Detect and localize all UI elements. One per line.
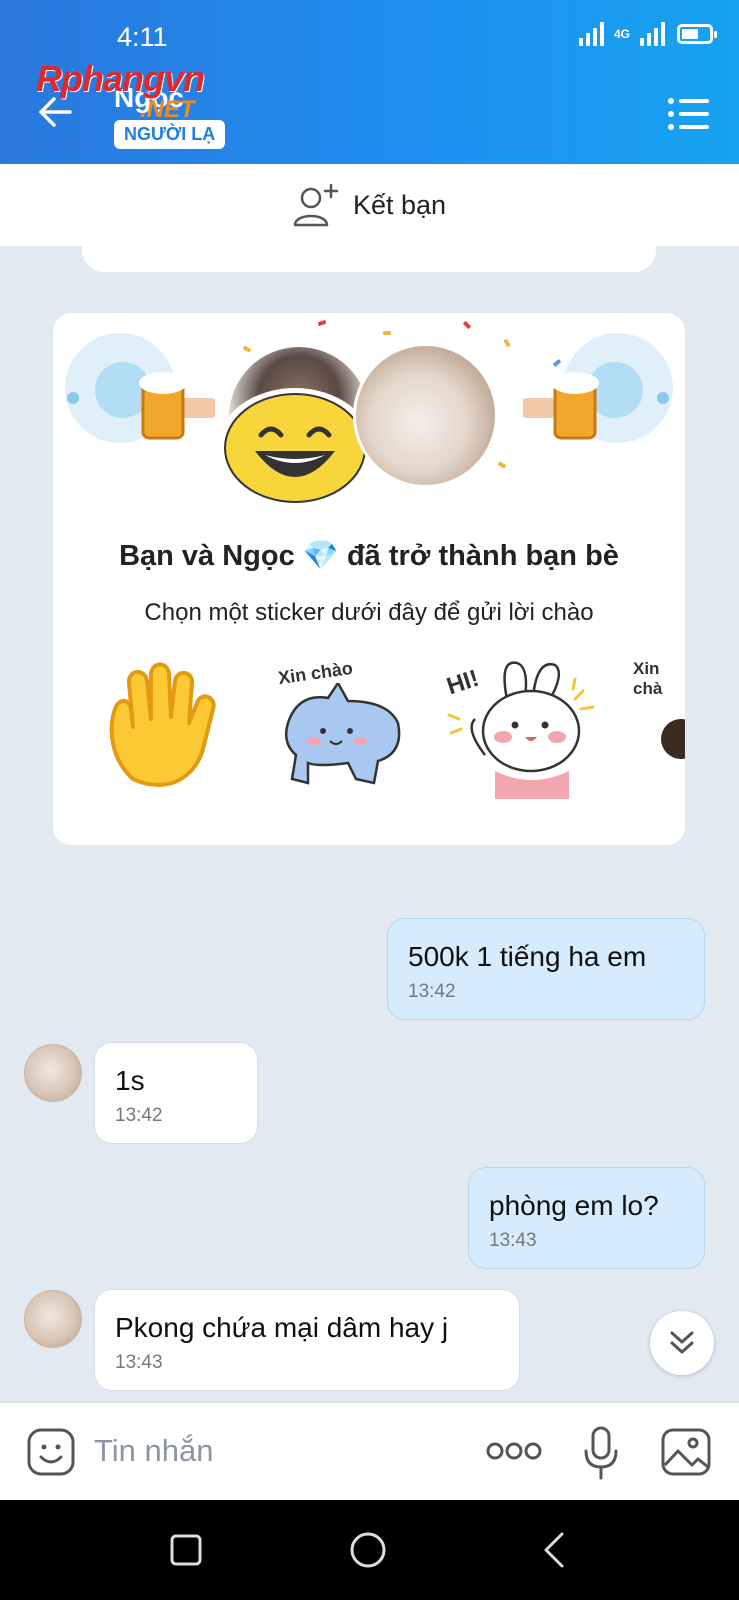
back-icon[interactable] [534, 1530, 574, 1570]
signal-icon [579, 22, 604, 46]
confetti [383, 331, 391, 335]
message-time: 13:42 [115, 1105, 163, 1126]
microphone-icon[interactable] [582, 1425, 620, 1481]
message-text: 1s [115, 1065, 145, 1096]
message-text: phòng em lo? [489, 1190, 659, 1221]
more-options-icon[interactable] [486, 1439, 542, 1463]
network-type: 4G [613, 27, 630, 41]
menu-icon[interactable] [667, 96, 711, 132]
sticker-text: Xin chà [633, 659, 663, 698]
confetti [317, 319, 327, 327]
add-user-icon [293, 183, 339, 227]
confetti [503, 338, 511, 348]
previous-card [82, 236, 656, 272]
contact-avatar[interactable] [24, 1044, 82, 1102]
double-chevron-down-icon [670, 1331, 694, 1354]
add-friend-label: Kết bạn [352, 189, 447, 220]
message-bubble-incoming[interactable]: Pkong chứa mại dâm hay j 13:43 [94, 1289, 520, 1391]
stranger-badge: NGƯỜI LẠ [114, 120, 226, 149]
scroll-down-button[interactable] [650, 1311, 714, 1375]
message-bubble-outgoing[interactable]: 500k 1 tiếng ha em 13:42 [387, 918, 705, 1020]
waving-hand-sticker[interactable] [103, 659, 233, 809]
bunny-sticker[interactable]: HI! [443, 659, 595, 809]
signal-icon-2 [640, 22, 665, 46]
image-gallery-icon[interactable] [660, 1427, 712, 1477]
system-nav-bar [0, 1500, 739, 1600]
home-icon[interactable] [348, 1530, 388, 1570]
cat-sticker[interactable]: Xin chào [277, 658, 408, 809]
header-bar: 4:11 4G Ngọc NGƯỜI LẠ Rphangvn .NET [0, 0, 739, 164]
beer-mug-icon [523, 333, 673, 443]
friend-card: Bạn và Ngọc 💎 đã trở thành bạn bè Chọn m… [53, 313, 685, 845]
message-bubble-outgoing[interactable]: phòng em lo? 13:43 [468, 1167, 705, 1269]
message-input[interactable]: Tin nhắn [94, 1433, 214, 1469]
watermark-suffix: .NET [140, 96, 195, 123]
status-icons: 4G [579, 22, 717, 46]
friend-card-title: Bạn và Ngọc 💎 đã trở thành bạn bè [119, 540, 619, 572]
message-time: 13:42 [408, 981, 456, 1002]
battery-icon [677, 24, 717, 44]
message-time: 13:43 [489, 1230, 537, 1251]
message-bubble-incoming[interactable]: 1s 13:42 [94, 1042, 258, 1144]
friend-card-subtitle: Chọn một sticker dưới đây để gửi lời chà… [144, 599, 594, 626]
avatar-contact [353, 343, 498, 488]
watermark-logo: Rphangvn [36, 58, 205, 99]
beer-mug-icon [65, 333, 215, 443]
confetti [462, 320, 472, 330]
add-friend-button[interactable]: Kết bạn [0, 164, 739, 246]
recent-apps-icon[interactable] [166, 1530, 206, 1570]
contact-avatar[interactable] [24, 1290, 82, 1348]
confetti [497, 461, 507, 469]
emoji-icon[interactable] [26, 1427, 76, 1477]
confetti [242, 345, 252, 353]
message-input-bar: Tin nhắn [0, 1402, 739, 1500]
status-time: 4:11 [117, 22, 168, 52]
partial-sticker[interactable]: Xin chà [633, 659, 685, 809]
message-time: 13:43 [115, 1352, 163, 1373]
message-text: 500k 1 tiếng ha em [408, 941, 647, 972]
sticker-shape [661, 719, 685, 759]
message-text: Pkong chứa mại dâm hay j [115, 1312, 449, 1343]
